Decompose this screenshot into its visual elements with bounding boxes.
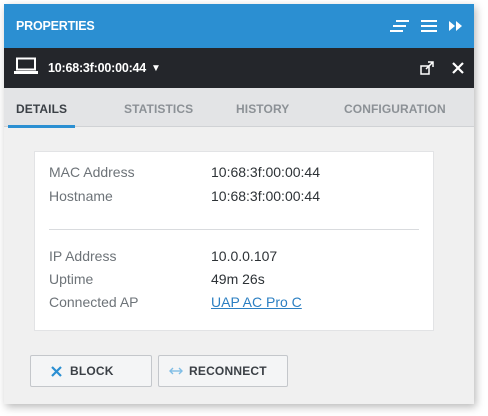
tab-details[interactable]: DETAILS [7, 94, 76, 130]
hostname-value: 10:68:3f:00:00:44 [211, 188, 320, 204]
ip-address-value: 10.0.0.107 [211, 248, 278, 264]
popout-icon[interactable] [420, 61, 434, 75]
mac-address-value: 10:68:3f:00:00:44 [211, 164, 320, 180]
laptop-icon [14, 57, 38, 80]
tab-history[interactable]: HISTORY [236, 94, 289, 130]
details-card: MAC Address 10:68:3f:00:00:44 Hostname 1… [34, 151, 434, 331]
device-bar: 10:68:3f:00:00:44 ▼ [4, 48, 474, 88]
fast-forward-icon[interactable] [448, 19, 464, 33]
block-button[interactable]: BLOCK [30, 355, 152, 387]
panel-header-actions [390, 19, 464, 33]
mac-address-label: MAC Address [49, 164, 135, 180]
properties-panel: PROPERTIES 10:68:3f:00:00:44 ▼ DETAILS S… [4, 4, 474, 404]
tab-configuration[interactable]: CONFIGURATION [344, 94, 446, 130]
tab-statistics[interactable]: STATISTICS [124, 94, 193, 130]
uptime-value: 49m 26s [211, 271, 265, 287]
tab-bar: DETAILS STATISTICS HISTORY CONFIGURATION [4, 88, 474, 130]
connected-ap-link[interactable]: UAP AC Pro C [211, 293, 302, 311]
reconnect-button[interactable]: RECONNECT [158, 355, 288, 387]
reconnect-button-label: RECONNECT [189, 364, 267, 378]
device-actions [420, 61, 464, 75]
menu-icon[interactable] [420, 19, 438, 33]
collapse-sections-icon[interactable] [390, 19, 410, 33]
connected-ap-label: Connected AP [49, 294, 139, 310]
ip-address-label: IP Address [49, 248, 117, 264]
x-icon [51, 365, 62, 377]
chevron-down-icon[interactable]: ▼ [151, 63, 161, 74]
reconnect-arrows-icon [169, 366, 183, 376]
panel-title: PROPERTIES [16, 19, 95, 33]
panel-header: PROPERTIES [4, 4, 474, 48]
details-divider [49, 229, 419, 230]
close-icon[interactable] [452, 62, 464, 74]
device-name[interactable]: 10:68:3f:00:00:44 [48, 61, 146, 75]
uptime-label: Uptime [49, 271, 94, 287]
block-button-label: BLOCK [70, 364, 114, 378]
hostname-label: Hostname [49, 188, 113, 204]
